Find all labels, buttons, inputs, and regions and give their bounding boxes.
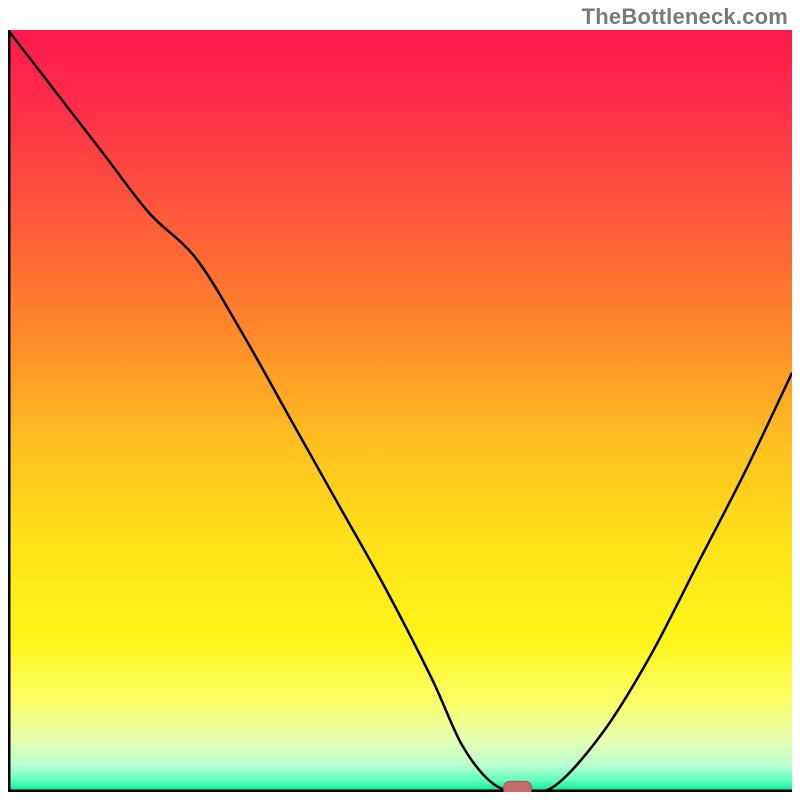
chart-svg <box>8 30 792 792</box>
plot-area <box>8 30 792 792</box>
gradient-background <box>8 30 792 792</box>
chart-container: TheBottleneck.com <box>0 0 800 800</box>
watermark-text: TheBottleneck.com <box>582 4 788 30</box>
optimal-marker <box>504 781 532 792</box>
